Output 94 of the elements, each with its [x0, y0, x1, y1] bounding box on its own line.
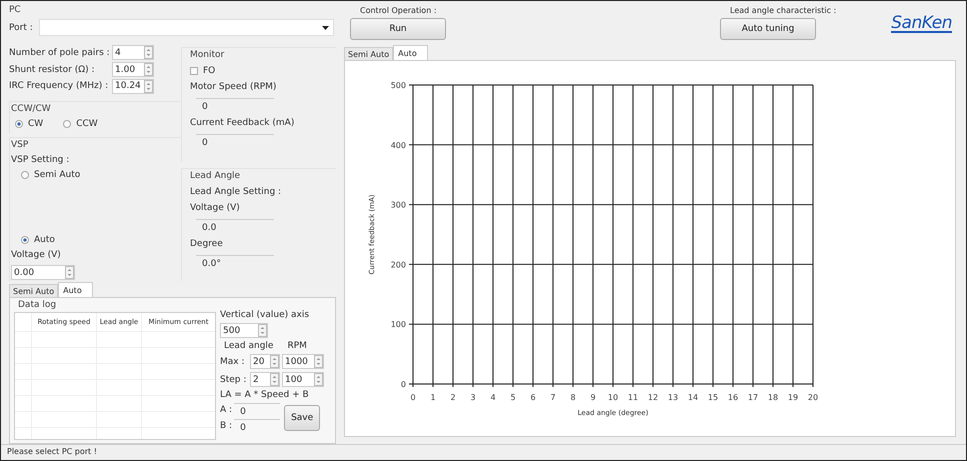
axis-tick-label: 13: [668, 393, 678, 402]
axis-tick-label: 1: [430, 393, 436, 402]
axis-tick-label: 7: [550, 393, 556, 402]
status-bar: Please select PC port !: [1, 444, 966, 460]
group-title: Data log: [17, 300, 58, 310]
axis-tick-label: 0: [400, 380, 406, 389]
parameter-label: Shunt resistor (Ω) :: [9, 64, 96, 75]
auto-tuning-button[interactable]: Auto tuning: [720, 18, 816, 40]
axis-tick-label: 19: [788, 393, 798, 402]
axis-tick-label: 10: [608, 393, 618, 402]
axis-tick-label: 8: [570, 393, 576, 402]
group-title: CCW/CW: [11, 104, 52, 114]
axis-tick-label: 17: [748, 393, 758, 402]
reading-label: Degree: [190, 239, 224, 249]
axis-tick-label: 12: [648, 393, 658, 402]
spinner-arrows[interactable]: [270, 373, 279, 386]
reading-field: 0.0: [196, 219, 274, 233]
reading-field: 0: [196, 98, 274, 112]
axis-tick-label: 14: [688, 393, 698, 402]
group-title: Monitor: [190, 50, 226, 60]
spinner-arrows[interactable]: [65, 266, 74, 280]
radio-option[interactable]: Auto: [11, 235, 181, 246]
axis-tick-label: 9: [590, 393, 596, 402]
axis-tick-label: 0: [410, 393, 416, 402]
axis-tick-label: 500: [390, 81, 406, 90]
reading-field: 0: [196, 134, 274, 148]
number-field[interactable]: 1000: [282, 354, 324, 369]
number-field[interactable]: 100: [282, 372, 324, 387]
spinner-arrows[interactable]: [144, 80, 153, 93]
parameter-label: Number of pole pairs :: [9, 48, 111, 58]
column-header: RPM: [287, 341, 307, 351]
axis-tick-label: 15: [708, 393, 718, 402]
number-field[interactable]: 500: [220, 323, 268, 338]
spinner-arrows[interactable]: [258, 324, 267, 337]
axis-tick-label: 100: [390, 320, 406, 330]
control-operation-label: Control Operation :: [359, 6, 438, 15]
radio-option[interactable]: CCW: [63, 119, 98, 130]
coefficient-field: 0: [234, 403, 280, 417]
parameter-label: IRC Frequency (MHz) :: [9, 81, 110, 92]
axis-tick-label: 6: [530, 393, 536, 402]
spinner-arrows[interactable]: [314, 355, 323, 368]
spinner-arrows[interactable]: [144, 63, 153, 76]
group-title: VSP: [11, 140, 30, 150]
axis-tick-label: 11: [628, 393, 638, 402]
reading-label: Motor Speed (RPM): [190, 82, 278, 92]
number-field[interactable]: 1.00: [112, 62, 154, 78]
spinner-arrows[interactable]: [314, 373, 323, 386]
axis-tick-label: 200: [390, 260, 406, 270]
axis-tick-label: 400: [390, 140, 406, 150]
tab[interactable]: Semi Auto: [9, 284, 58, 297]
coefficient-label: B :: [220, 421, 232, 431]
logo: SanKen: [891, 15, 952, 33]
group-title: Lead Angle: [190, 171, 242, 181]
port-dropdown[interactable]: [38, 19, 334, 36]
group-title: PC: [9, 5, 22, 15]
spinner-arrows[interactable]: [270, 355, 279, 368]
coefficient-field: 0: [234, 419, 280, 433]
number-field[interactable]: 4: [112, 45, 154, 60]
axis-tick-label: 4: [490, 393, 496, 402]
tab[interactable]: Semi Auto: [344, 47, 394, 60]
axis-tick-label: 20: [808, 393, 818, 402]
number-field[interactable]: 10.24: [112, 78, 154, 94]
axis-tick-label: 18: [768, 393, 778, 402]
lead-angle-characteristic-label: Lead angle characteristic :: [729, 6, 836, 15]
save-button[interactable]: Save: [284, 405, 320, 431]
port-label: Port :: [9, 22, 33, 32]
reading-field: 0.0°: [196, 255, 274, 269]
row-label: Step :: [220, 374, 248, 384]
formula-text: LA = A * Speed + B: [220, 390, 310, 400]
number-field[interactable]: 2: [250, 372, 280, 387]
axis-tick-label: 2: [450, 393, 456, 402]
radio-option[interactable]: Semi Auto: [11, 170, 181, 180]
axis-tick-label: 3: [470, 393, 476, 402]
voltage-field[interactable]: 0.00: [11, 265, 75, 280]
vertical-axis-label: Vertical (value) axis: [220, 310, 310, 320]
row-label: Max :: [220, 356, 246, 366]
axis-tick-label: 16: [728, 393, 738, 402]
fo-checkbox[interactable]: FO: [190, 66, 336, 76]
reading-label: Current Feedback (mA): [190, 118, 296, 128]
tab[interactable]: Auto: [393, 45, 428, 60]
vsp-setting-label: VSP Setting :: [11, 155, 70, 166]
reading-label: Voltage (V): [190, 203, 241, 213]
axis-tick-label: 5: [510, 393, 516, 402]
radio-option[interactable]: CW: [15, 119, 44, 130]
tab[interactable]: Auto: [58, 282, 93, 297]
spinner-arrows[interactable]: [144, 46, 153, 60]
column-header: Lead angle: [224, 341, 274, 351]
number-field[interactable]: 20: [250, 354, 280, 369]
coefficient-label: A :: [220, 405, 232, 415]
voltage-label: Voltage (V): [11, 250, 62, 260]
caret-icon: [322, 26, 329, 30]
axis-tick-label: 300: [390, 200, 406, 210]
run-button[interactable]: Run: [350, 18, 446, 40]
lead-angle-setting-label: Lead Angle Setting :: [190, 187, 282, 197]
